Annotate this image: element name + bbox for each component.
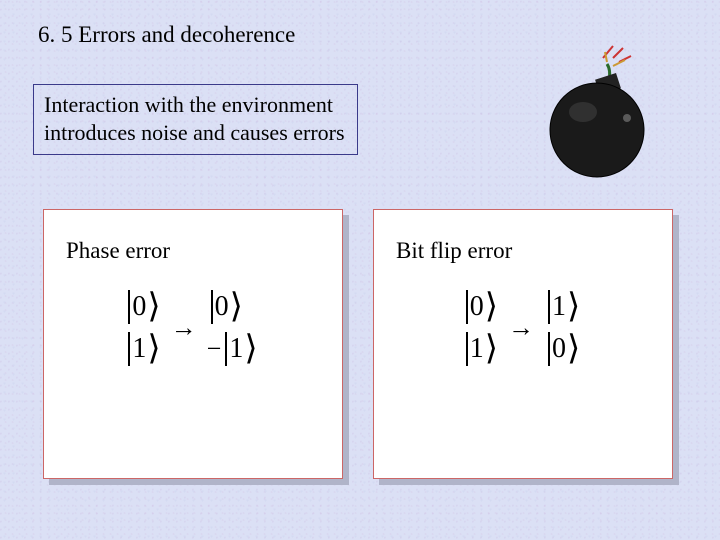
ket-0-in: 0⟩: [466, 290, 498, 324]
intro-line-1: Interaction with the environment: [44, 91, 345, 119]
slide-title: 6. 5 Errors and decoherence: [38, 22, 295, 48]
bitflip-output-col: 1⟩ 0⟩: [544, 290, 580, 366]
panel-body: Bit flip error 0⟩ 1⟩ → 1⟩ 0⟩: [373, 209, 673, 479]
ket-1-out: 0⟩: [544, 332, 580, 366]
bitflip-error-math: 0⟩ 1⟩ → 1⟩ 0⟩: [396, 290, 650, 366]
intro-line-2: introduces noise and causes errors: [44, 119, 345, 147]
ket-0-out: 1⟩: [544, 290, 580, 324]
ket-1-in: 1⟩: [128, 332, 160, 366]
ket-0-in: 0⟩: [128, 290, 160, 324]
phase-input-col: 0⟩ 1⟩: [128, 290, 160, 366]
ket-1-out: −1⟩: [207, 332, 258, 366]
phase-error-panel: Phase error 0⟩ 1⟩ → 0⟩ −1⟩: [43, 209, 343, 479]
panel-body: Phase error 0⟩ 1⟩ → 0⟩ −1⟩: [43, 209, 343, 479]
bitflip-error-title: Bit flip error: [396, 238, 650, 264]
phase-error-title: Phase error: [66, 238, 320, 264]
arrow-icon: →: [508, 313, 534, 343]
ket-0-out: 0⟩: [207, 290, 258, 324]
intro-box: Interaction with the environment introdu…: [33, 84, 358, 155]
phase-error-math: 0⟩ 1⟩ → 0⟩ −1⟩: [66, 290, 320, 366]
phase-output-col: 0⟩ −1⟩: [207, 290, 258, 366]
arrow-icon: →: [171, 313, 197, 343]
ket-1-in: 1⟩: [466, 332, 498, 366]
bitflip-error-panel: Bit flip error 0⟩ 1⟩ → 1⟩ 0⟩: [373, 209, 673, 479]
bitflip-input-col: 0⟩ 1⟩: [466, 290, 498, 366]
bomb-icon: [535, 40, 675, 180]
panels-row: Phase error 0⟩ 1⟩ → 0⟩ −1⟩ Bit flip erro…: [43, 209, 673, 479]
